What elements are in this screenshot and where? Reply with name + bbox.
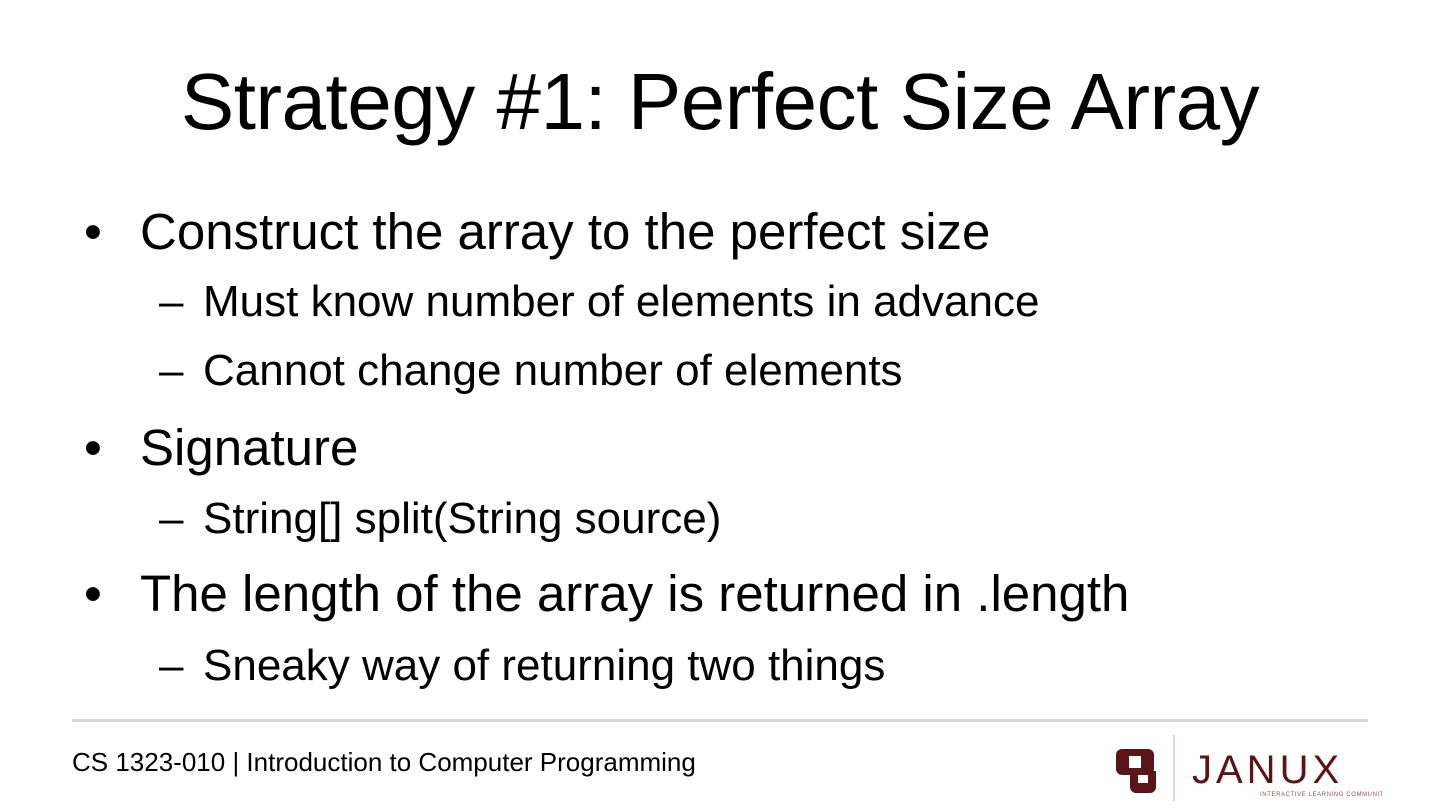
ou-logo-icon <box>1116 749 1156 793</box>
bullet-text: Construct the array to the perfect size <box>140 203 991 260</box>
slide-title: Strategy #1: Perfect Size Array <box>180 57 1260 146</box>
sub-bullet-text: Sneaky way of returning two things <box>203 641 886 690</box>
dash-glyph: – <box>159 641 184 690</box>
bullet-3: • The length of the array is returned in … <box>84 564 1130 624</box>
sub-bullet: – Must know number of elements in advance <box>159 276 1040 328</box>
janux-wordmark: JANUX <box>1192 748 1343 792</box>
bullet-text: The length of the array is returned in .… <box>140 565 1130 622</box>
sub-bullet-text: Cannot change number of elements <box>203 346 903 395</box>
bullet-glyph: • <box>84 203 102 260</box>
dash-glyph: – <box>159 494 184 543</box>
sub-bullet-text: String[] split(String source) <box>203 494 722 543</box>
bullet-2: • Signature <box>84 418 359 478</box>
sub-bullet: – Cannot change number of elements <box>159 345 903 397</box>
dash-glyph: – <box>159 277 184 326</box>
bullet-glyph: • <box>84 419 102 476</box>
bullet-glyph: • <box>84 565 102 622</box>
footer-divider <box>72 719 1368 722</box>
sub-bullet-text: Must know number of elements in advance <box>203 277 1040 326</box>
bullet-text: Signature <box>140 419 359 476</box>
sub-bullet: – String[] split(String source) <box>159 493 722 545</box>
sub-bullet: – Sneaky way of returning two things <box>159 640 886 692</box>
dash-glyph: – <box>159 346 184 395</box>
footer-course: CS 1323-010 | Introduction to Computer P… <box>72 747 696 777</box>
janux-tagline: INTERACTIVE LEARNING COMMUNITY <box>1260 792 1382 798</box>
ou-janux-logo: JANUX INTERACTIVE LEARNING COMMUNITY <box>1116 735 1382 801</box>
bullet-1: • Construct the array to the perfect size <box>84 202 991 262</box>
